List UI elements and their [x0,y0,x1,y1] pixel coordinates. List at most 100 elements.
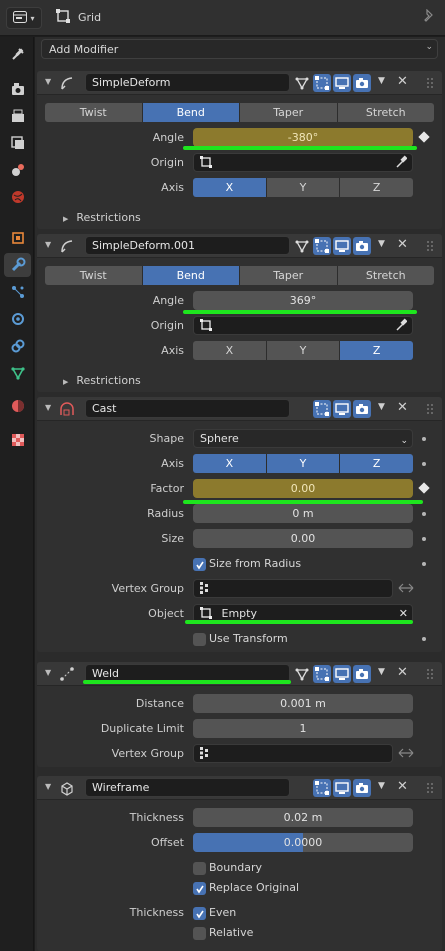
render-camera-icon[interactable] [353,665,371,683]
distance-field[interactable]: 0.001 m [193,694,413,713]
modifier-name-field[interactable]: Cast [85,399,290,418]
render-camera-icon[interactable] [353,779,371,797]
axis-y[interactable]: Y [266,341,341,360]
shape-dropdown[interactable]: Sphere ⌄ [193,429,413,448]
invert-arrows-icon[interactable] [397,580,415,599]
mode-stretch[interactable]: Stretch [337,266,434,285]
texture-icon[interactable] [4,428,31,452]
constraints-icon[interactable] [4,334,31,358]
render-camera-icon[interactable] [353,400,371,418]
edit-cage-icon[interactable] [293,74,311,92]
eyedropper-icon[interactable] [395,318,408,334]
vertex-group-field[interactable] [193,579,393,598]
physics-icon[interactable] [4,307,31,331]
render-icon[interactable] [4,77,31,101]
mode-bend[interactable]: Bend [142,266,240,285]
mode-bend[interactable]: Bend [142,103,240,122]
drag-handle-icon[interactable] [426,782,436,797]
mode-stretch[interactable]: Stretch [337,103,434,122]
viewport-display-icon[interactable] [333,400,351,418]
edit-cage-icon[interactable] [293,237,311,255]
axis-x[interactable]: X [193,454,267,473]
edit-mode-icon[interactable] [313,665,331,683]
duplicate-limit-field[interactable]: 1 [193,719,413,738]
axis-z[interactable]: Z [340,178,414,197]
animate-dot-icon[interactable] [422,462,426,466]
animate-dot-icon[interactable] [422,512,426,516]
mode-twist[interactable]: Twist [45,103,143,122]
animate-dot-icon[interactable] [422,537,426,541]
axis-x[interactable]: X [193,341,267,360]
close-icon[interactable]: ✕ [397,779,408,794]
axis-y[interactable]: Y [266,178,341,197]
data-icon[interactable] [4,361,31,385]
view-layer-icon[interactable] [4,131,31,155]
edit-mode-icon[interactable] [313,779,331,797]
size-field[interactable]: 0.00 [193,529,413,548]
collapse-triangle-icon[interactable]: ▼ [45,77,51,86]
even-checkbox[interactable] [193,907,206,920]
invert-arrows-icon[interactable] [397,745,415,764]
chevron-down-icon[interactable]: ▼ [378,402,385,412]
collapse-triangle-icon[interactable]: ▼ [45,240,51,249]
replace-original-checkbox[interactable] [193,882,206,895]
pin-icon[interactable] [423,8,435,27]
drag-handle-icon[interactable] [426,403,436,418]
chevron-down-icon[interactable]: ▼ [378,76,385,86]
object-icon[interactable] [4,226,31,250]
chevron-down-icon[interactable]: ▼ [378,239,385,249]
drag-handle-icon[interactable] [426,668,436,683]
keyframe-icon[interactable] [418,131,430,143]
edit-cage-icon[interactable] [293,665,311,683]
material-icon[interactable] [4,394,31,418]
collapse-triangle-icon[interactable]: ▼ [45,403,51,412]
boundary-checkbox[interactable] [193,862,206,875]
editor-type-button[interactable]: ▾ [6,7,42,29]
render-camera-icon[interactable] [353,237,371,255]
vertex-group-field[interactable] [193,744,393,763]
relative-checkbox[interactable] [193,927,206,940]
origin-field[interactable] [193,153,413,172]
animate-dot-icon[interactable] [422,562,426,566]
axis-z[interactable]: Z [340,454,414,473]
output-icon[interactable] [4,104,31,128]
viewport-display-icon[interactable] [333,665,351,683]
mode-twist[interactable]: Twist [45,266,143,285]
close-icon[interactable]: ✕ [397,665,408,680]
chevron-down-icon[interactable]: ▼ [378,781,385,791]
scene-icon[interactable] [4,158,31,182]
mode-taper[interactable]: Taper [240,103,338,122]
chevron-down-icon[interactable]: ▼ [378,667,385,677]
size-from-radius-checkbox[interactable] [193,558,206,571]
angle-field[interactable]: 369° [193,291,413,310]
edit-mode-icon[interactable] [313,74,331,92]
use-transform-checkbox[interactable] [193,633,206,646]
axis-y[interactable]: Y [266,454,341,473]
viewport-display-icon[interactable] [333,779,351,797]
viewport-display-icon[interactable] [333,237,351,255]
angle-field[interactable]: -380° [193,128,413,147]
eyedropper-icon[interactable] [395,155,408,171]
animate-dot-icon[interactable] [422,637,426,641]
close-icon[interactable]: ✕ [397,400,408,415]
animate-dot-icon[interactable] [422,437,426,441]
keyframe-icon[interactable] [418,482,430,494]
particles-icon[interactable] [4,280,31,304]
restrictions-subpanel[interactable]: ▶ Restrictions [63,374,141,387]
tool-icon[interactable] [4,42,31,66]
factor-field[interactable]: 0.00 [193,479,413,498]
modifier-name-field[interactable]: SimpleDeform [85,73,290,92]
radius-field[interactable]: 0 m [193,504,413,523]
render-camera-icon[interactable] [353,74,371,92]
world-icon[interactable] [4,185,31,209]
axis-x[interactable]: X [193,178,267,197]
edit-mode-icon[interactable] [313,400,331,418]
modifier-icon[interactable] [4,253,31,277]
close-icon[interactable]: ✕ [397,74,408,89]
modifier-name-field[interactable]: SimpleDeform.001 [85,236,290,255]
axis-z[interactable]: Z [340,341,414,360]
offset-slider[interactable]: 0.0000 [193,833,413,852]
collapse-triangle-icon[interactable]: ▼ [45,668,51,677]
mode-taper[interactable]: Taper [240,266,338,285]
viewport-display-icon[interactable] [333,74,351,92]
